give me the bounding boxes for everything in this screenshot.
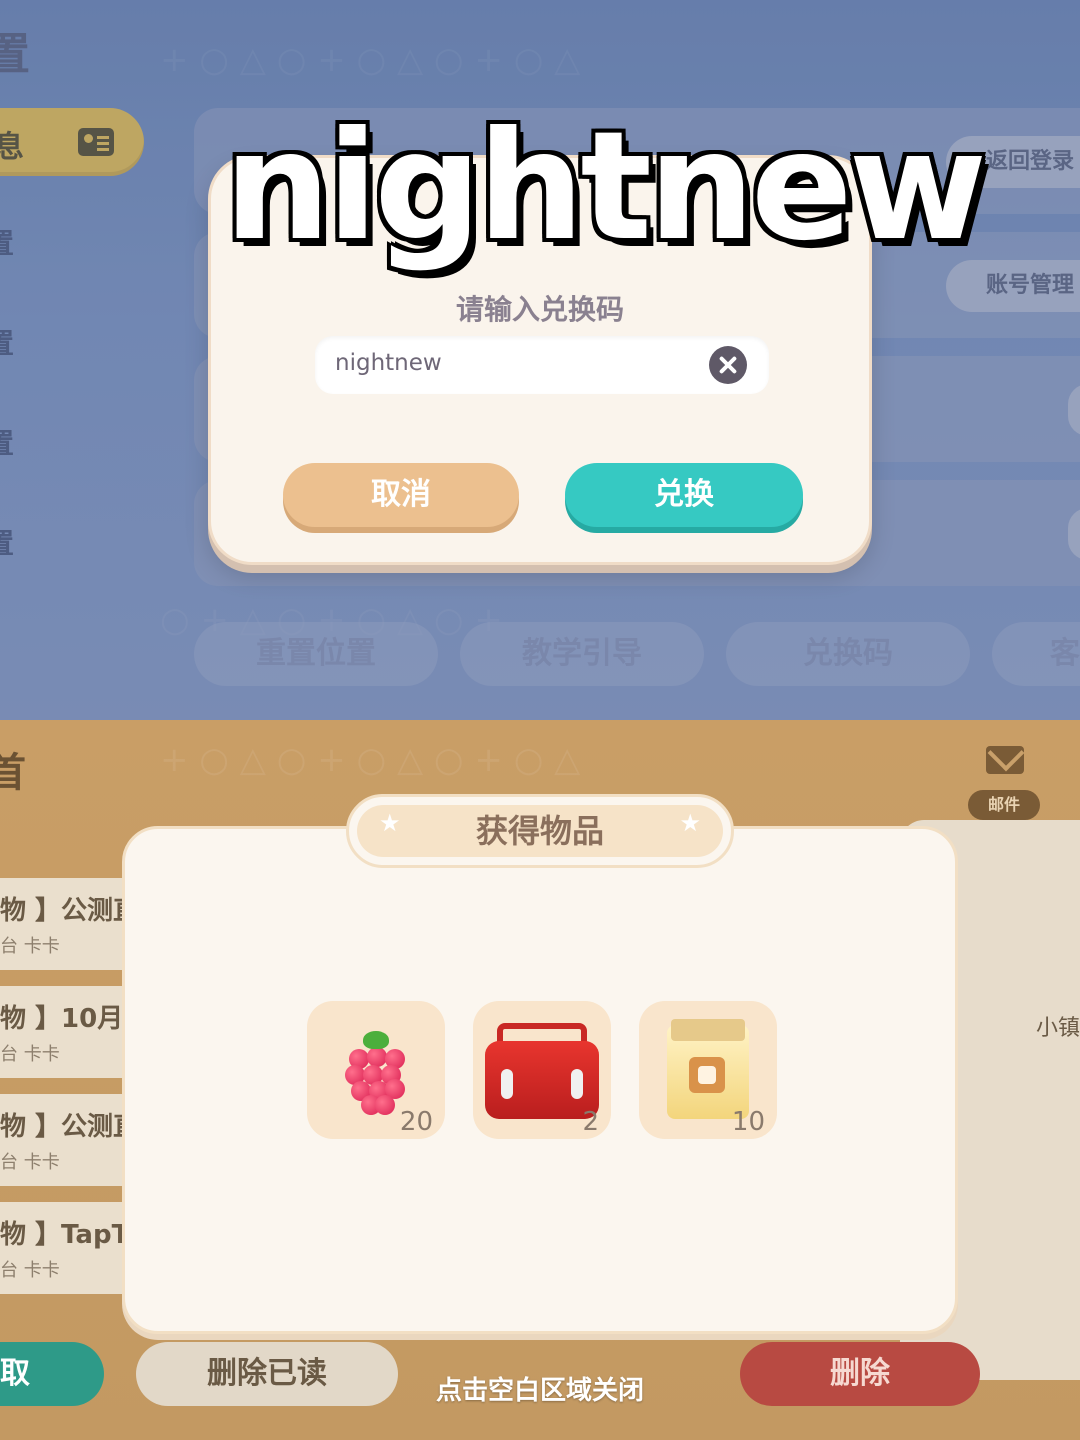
close-hint: 点击空白区域关闭 <box>435 1376 644 1406</box>
item-count: 10 <box>731 1107 765 1137</box>
rewards-dialog: 20 2 10 <box>122 826 958 1334</box>
mail-item-sender: 台 卡卡 <box>0 1260 60 1281</box>
clear-icon[interactable] <box>709 346 747 384</box>
rewards-header: 获得物品 ★ ★ <box>346 794 734 868</box>
item-count: 20 <box>399 1107 433 1137</box>
redeem-code-screen: + ○ △ ○ + ○ △ ○ + ○ △ ○ + △ ○ + ○ △ ○ + … <box>0 0 1080 720</box>
reward-item-toolbox: 2 <box>473 1001 611 1139</box>
overlay-caption: nightnew <box>224 100 987 274</box>
mail-item-title: 物 】公测直 <box>0 896 140 926</box>
redeem-button[interactable]: 兑换 <box>565 463 803 527</box>
mail-item-title: 物 】公测直 <box>0 1112 140 1142</box>
mail-title: 首 <box>0 750 26 796</box>
redeem-code-value: nightnew <box>335 350 442 376</box>
reward-item-seed-bag: 10 <box>639 1001 777 1139</box>
reward-item-raspberry: 20 <box>307 1001 445 1139</box>
item-count: 2 <box>582 1107 599 1137</box>
cancel-button[interactable]: 取消 <box>283 463 519 527</box>
mail-item-sender: 台 卡卡 <box>0 1044 60 1065</box>
rewards-title: 获得物品 <box>357 805 723 857</box>
mail-item-title: 物 】10月2 <box>0 1004 142 1034</box>
raspberry-icon <box>343 1031 409 1115</box>
mail-item-sender: 台 卡卡 <box>0 936 60 957</box>
mail-item-sender: 台 卡卡 <box>0 1152 60 1173</box>
rewards-screen: + ○ △ ○ + ○ △ ○ + ○ △ 首 邮件 物 】公测直 台 卡卡 物… <box>0 720 1080 1440</box>
star-icon: ★ <box>379 809 401 837</box>
redeem-prompt: 请输入兑换码 <box>455 293 624 326</box>
redeem-code-input[interactable]: nightnew <box>315 336 769 394</box>
star-icon: ★ <box>679 809 701 837</box>
background-pattern: + ○ △ ○ + ○ △ ○ + ○ △ <box>160 740 581 780</box>
mail-icon[interactable] <box>986 746 1024 774</box>
mail-detail-text: 小镇 <box>1036 1016 1080 1041</box>
tab-mail[interactable]: 邮件 <box>968 790 1040 820</box>
